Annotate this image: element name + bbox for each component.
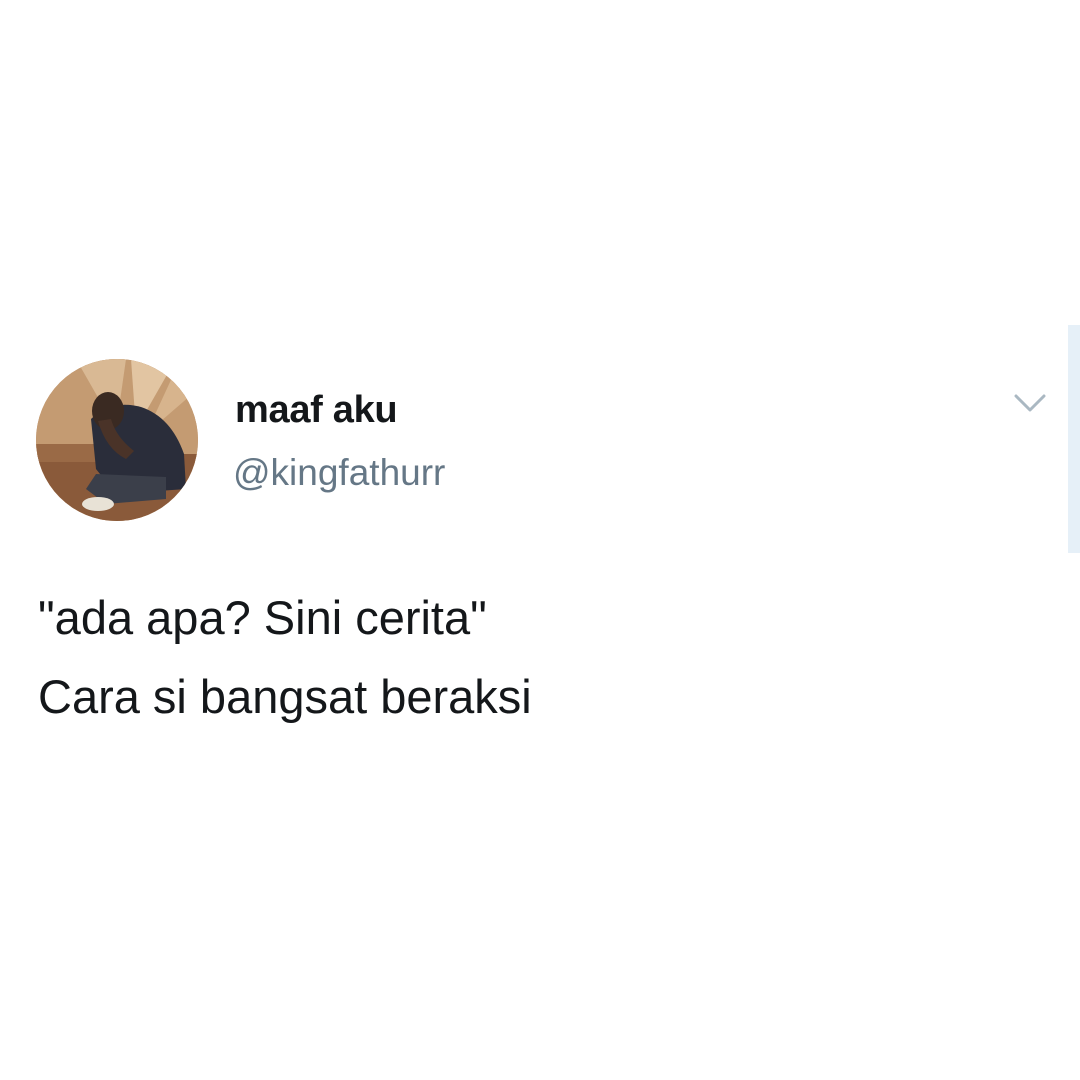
- tweet-text-line: Cara si bangsat beraksi: [38, 670, 532, 723]
- tweet-card: maaf aku @kingfathurr "ada apa? Sini cer…: [0, 0, 1080, 1080]
- avatar-photo: [36, 359, 198, 521]
- avatar[interactable]: [36, 359, 198, 521]
- display-name[interactable]: maaf aku: [235, 389, 398, 432]
- chevron-down-icon[interactable]: [1010, 388, 1050, 418]
- tweet-text-line: "ada apa? Sini cerita": [38, 591, 487, 644]
- tweet-text: "ada apa? Sini cerita" Cara si bangsat b…: [38, 578, 1038, 736]
- user-handle[interactable]: @kingfathurr: [233, 452, 445, 494]
- scrollbar[interactable]: [1068, 325, 1080, 553]
